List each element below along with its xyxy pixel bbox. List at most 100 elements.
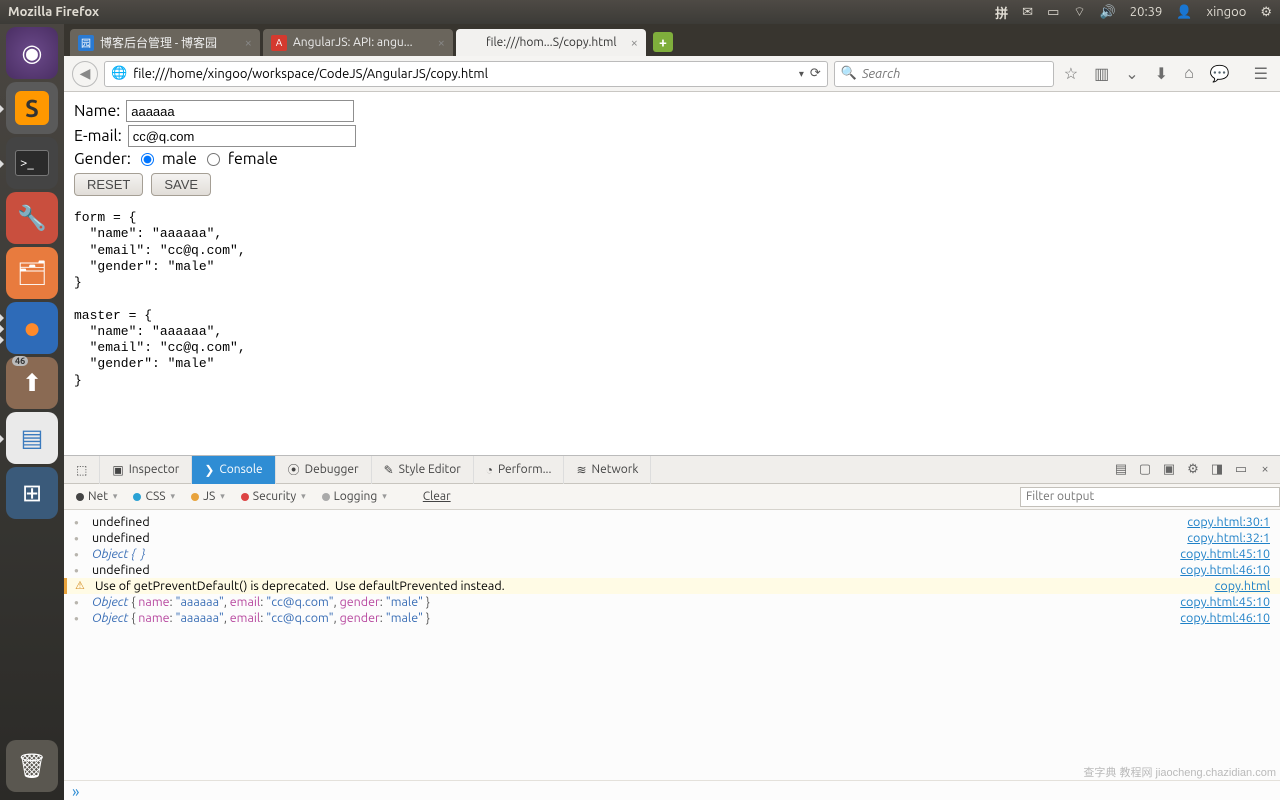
app-title: Mozilla Firefox xyxy=(8,5,995,19)
browser-tabbar: 园 博客后台管理 - 博客园 × A AngularJS: API: angu.… xyxy=(64,24,1280,56)
clock[interactable]: 20:39 xyxy=(1130,5,1163,19)
responsive-icon[interactable]: ▣ xyxy=(1160,462,1178,477)
tab-label: file:///hom...S/copy.html xyxy=(486,36,625,49)
ubuntu-top-panel: Mozilla Firefox 拼 ✉ ▭ ⌔ 🔊 20:39 👤 xingoo… xyxy=(0,0,1280,24)
name-field[interactable] xyxy=(126,100,354,122)
filter-security[interactable]: Security▾ xyxy=(233,484,314,510)
name-label: Name: xyxy=(74,102,120,120)
devtools-tabs: ⬚ ▣ Inspector ❯ Console ⦿ Debugger ✎ Sty… xyxy=(64,456,1280,484)
email-label: E-mail: xyxy=(74,127,122,145)
source-link[interactable]: copy.html:46:10 xyxy=(1180,611,1270,625)
back-button[interactable]: ◀ xyxy=(72,61,98,87)
close-icon[interactable]: × xyxy=(631,36,638,50)
updates-icon[interactable]: 46⬆ xyxy=(6,357,58,409)
console-line: Object { }copy.html:45:10 xyxy=(64,546,1280,562)
tab-network[interactable]: ≋ Network xyxy=(564,456,651,484)
url-bar[interactable]: 🌐 ▾ ⟳ xyxy=(104,61,828,87)
settings-icon[interactable]: 🔧 xyxy=(6,192,58,244)
reset-button[interactable]: RESET xyxy=(74,173,143,196)
tab-console[interactable]: ❯ Console xyxy=(192,456,275,484)
search-bar[interactable]: 🔍 xyxy=(834,61,1054,87)
user-name[interactable]: xingoo xyxy=(1207,5,1247,19)
firefox-window: 园 博客后台管理 - 博客园 × A AngularJS: API: angu.… xyxy=(64,24,1280,800)
reload-icon[interactable]: ⟳ xyxy=(810,66,821,81)
devtools-picker[interactable]: ⬚ xyxy=(64,456,100,484)
tab-angularjs[interactable]: A AngularJS: API: angu... × xyxy=(263,29,453,56)
libreoffice-icon[interactable]: ▤ xyxy=(6,412,58,464)
workspace-icon[interactable]: ⊞ xyxy=(6,467,58,519)
source-link[interactable]: copy.html:32:1 xyxy=(1187,531,1270,545)
source-link[interactable]: copy.html xyxy=(1215,579,1270,593)
console-line: undefinedcopy.html:30:1 xyxy=(64,514,1280,530)
close-icon[interactable]: × xyxy=(438,36,445,50)
battery-icon[interactable]: ▭ xyxy=(1047,5,1059,20)
filter-logging[interactable]: Logging▾ xyxy=(314,484,395,510)
email-field[interactable] xyxy=(128,125,356,147)
console-filters: Net▾ CSS▾ JS▾ Security▾ Logging▾ Clear xyxy=(64,484,1280,510)
dash-icon[interactable]: ◉ xyxy=(6,27,58,79)
clear-button[interactable]: Clear xyxy=(415,484,459,510)
radio-male[interactable] xyxy=(141,153,154,166)
source-link[interactable]: copy.html:30:1 xyxy=(1187,515,1270,529)
gear-icon[interactable]: ⚙ xyxy=(1184,462,1202,477)
console-line: undefinedcopy.html:32:1 xyxy=(64,530,1280,546)
tab-label: 博客后台管理 - 博客园 xyxy=(100,34,239,51)
chat-icon[interactable]: 💬 xyxy=(1210,64,1230,83)
save-button[interactable]: SAVE xyxy=(151,173,211,196)
dock-side-icon[interactable]: ◨ xyxy=(1208,462,1226,477)
trash-icon[interactable]: 🗑 xyxy=(6,740,58,792)
dropdown-icon[interactable]: ▾ xyxy=(799,68,804,80)
tab-performance[interactable]: ◔ Perform... xyxy=(474,456,565,484)
filter-net[interactable]: Net▾ xyxy=(68,484,125,510)
tab-cnblogs[interactable]: 园 博客后台管理 - 博客园 × xyxy=(70,29,260,56)
console-line: Object { name: "aaaaaa", email: "cc@q.co… xyxy=(64,594,1280,610)
terminal-icon[interactable]: >_ xyxy=(6,137,58,189)
tab-debugger[interactable]: ⦿ Debugger xyxy=(276,456,372,484)
source-link[interactable]: copy.html:46:10 xyxy=(1180,563,1270,577)
files-icon[interactable]: 🗂 xyxy=(6,247,58,299)
unity-launcher: ◉ S >_ 🔧 🗂 ● 46⬆ ▤ ⊞ 🗑 xyxy=(0,24,64,800)
tab-inspector[interactable]: ▣ Inspector xyxy=(100,456,192,484)
bookmark-icon[interactable]: ☆ xyxy=(1064,64,1078,83)
list-icon[interactable]: ▥ xyxy=(1094,64,1109,83)
favicon-file xyxy=(464,35,480,51)
globe-icon: 🌐 xyxy=(111,66,127,81)
console-warning: Use of getPreventDefault() is deprecated… xyxy=(64,578,1280,594)
mail-icon[interactable]: ✉ xyxy=(1022,5,1033,20)
console-line: Object { name: "aaaaaa", email: "cc@q.co… xyxy=(64,610,1280,626)
filter-js[interactable]: JS▾ xyxy=(183,484,233,510)
page-content: Name: E-mail: Gender: male female RESET … xyxy=(64,92,1280,455)
search-input[interactable] xyxy=(862,67,1047,81)
new-tab-button[interactable]: + xyxy=(653,32,673,52)
volume-icon[interactable]: 🔊 xyxy=(1100,5,1116,20)
gear-icon[interactable]: ⚙ xyxy=(1260,5,1272,20)
sublime-icon[interactable]: S xyxy=(6,82,58,134)
url-input[interactable] xyxy=(133,67,793,81)
close-icon[interactable]: × xyxy=(1256,462,1274,477)
pocket-icon[interactable]: ⌄ xyxy=(1125,64,1138,83)
watermark: 查字典 教程网 jiaocheng.chazidian.com xyxy=(1083,764,1276,780)
console-line: undefinedcopy.html:46:10 xyxy=(64,562,1280,578)
ime-indicator[interactable]: 拼 xyxy=(995,3,1008,22)
download-icon[interactable]: ⬇ xyxy=(1155,64,1168,83)
tab-style-editor[interactable]: ✎ Style Editor xyxy=(372,456,474,484)
toolbar-icons: ☆ ▥ ⌄ ⬇ ⌂ 💬 ☰ xyxy=(1060,64,1272,83)
search-icon: 🔍 xyxy=(841,66,857,81)
home-icon[interactable]: ⌂ xyxy=(1184,64,1194,83)
json-dump: form = { "name": "aaaaaa", "email": "cc@… xyxy=(74,210,1270,389)
firefox-icon[interactable]: ● xyxy=(6,302,58,354)
split-icon[interactable]: ▤ xyxy=(1112,462,1130,477)
wifi-icon[interactable]: ⌔ xyxy=(1073,4,1085,20)
source-link[interactable]: copy.html:45:10 xyxy=(1180,547,1270,561)
console-prompt[interactable]: » xyxy=(64,780,1280,800)
filter-output[interactable] xyxy=(1020,487,1280,507)
close-icon[interactable]: × xyxy=(245,36,252,50)
frame-icon[interactable]: ▢ xyxy=(1136,462,1154,477)
filter-css[interactable]: CSS▾ xyxy=(125,484,183,510)
tab-copy-html[interactable]: file:///hom...S/copy.html × xyxy=(456,29,646,56)
radio-female[interactable] xyxy=(207,153,220,166)
source-link[interactable]: copy.html:45:10 xyxy=(1180,595,1270,609)
menu-icon[interactable]: ☰ xyxy=(1254,64,1268,83)
dock-bottom-icon[interactable]: ▭ xyxy=(1232,462,1250,477)
console-output: undefinedcopy.html:30:1 undefinedcopy.ht… xyxy=(64,510,1280,780)
